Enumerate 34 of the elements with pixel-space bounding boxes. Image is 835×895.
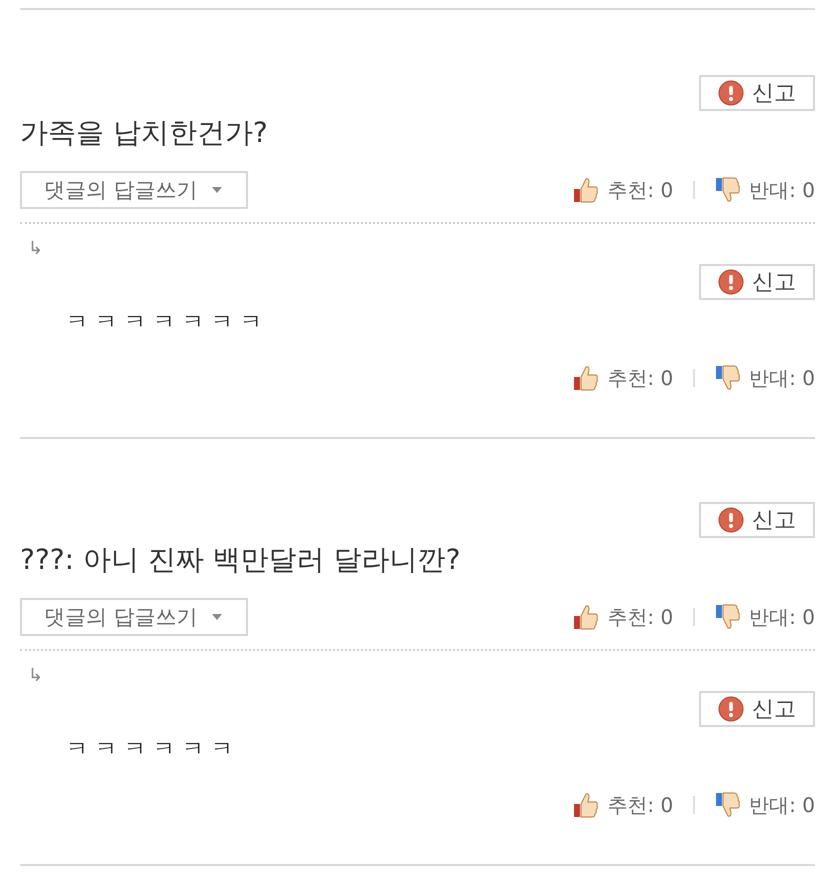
reply-dropdown[interactable]: 댓글의 답글쓰기 <box>20 598 248 636</box>
caret-icon <box>212 614 222 620</box>
downvote-count: 반대: 0 <box>749 792 815 818</box>
comment-text: 가족을 납치한건가? <box>20 115 269 151</box>
reply-text: ㅋ ㅋ ㅋ ㅋ ㅋ ㅋ ㅋ <box>66 309 263 337</box>
downvote-count: 반대: 0 <box>749 604 815 630</box>
thumbs-down-icon[interactable] <box>715 791 742 819</box>
thumbs-up-icon[interactable] <box>573 603 600 631</box>
warning-icon <box>718 269 744 295</box>
caret-icon <box>212 187 222 193</box>
comment-text: ???: 아니 진짜 백만달러 달라니깐? <box>20 542 462 578</box>
report-button[interactable]: 신고 <box>699 691 815 727</box>
thumbs-up-icon[interactable] <box>573 364 600 392</box>
report-button[interactable]: 신고 <box>699 502 815 538</box>
reply-text: ㅋ ㅋ ㅋ ㅋ ㅋ ㅋ <box>66 736 234 764</box>
thumbs-up-icon[interactable] <box>573 176 600 204</box>
report-button[interactable]: 신고 <box>699 75 815 111</box>
warning-icon <box>718 507 744 533</box>
warning-icon <box>718 696 744 722</box>
downvote-count: 반대: 0 <box>749 176 815 204</box>
upvote-count: 추천: 0 <box>607 364 674 392</box>
warning-icon <box>718 80 744 106</box>
upvote-count: 추천: 0 <box>607 792 674 818</box>
report-button[interactable]: 신고 <box>699 264 815 300</box>
reply-arrow: ↳ <box>28 665 44 687</box>
upvote-count: 추천: 0 <box>607 604 674 630</box>
thumbs-down-icon[interactable] <box>715 364 742 392</box>
reply-dropdown[interactable]: 댓글의 답글쓰기 <box>20 171 248 209</box>
downvote-count: 반대: 0 <box>749 364 815 392</box>
upvote-count: 추천: 0 <box>607 176 674 204</box>
thumbs-up-icon[interactable] <box>573 791 600 819</box>
thumbs-down-icon[interactable] <box>715 176 742 204</box>
reply-arrow: ↳ <box>28 238 44 260</box>
thumbs-down-icon[interactable] <box>715 603 742 631</box>
